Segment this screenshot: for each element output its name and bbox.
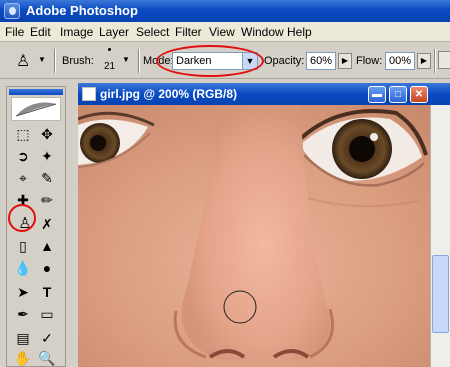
left-pupil [90, 135, 106, 151]
document-window: girl.jpg @ 200% (RGB/8) ▬ □ ✕ [78, 83, 450, 367]
menu-image[interactable]: Image [60, 25, 93, 39]
eyedropper-tool-icon[interactable]: ✓ [37, 329, 57, 347]
document-title-bar[interactable]: girl.jpg @ 200% (RGB/8) ▬ □ ✕ [78, 83, 450, 105]
blur-tool-icon[interactable]: 💧 [13, 259, 33, 277]
flow-input[interactable]: 00% [385, 52, 415, 70]
toolbar-separator [138, 49, 140, 73]
menu-filter[interactable]: Filter [175, 25, 202, 39]
history-brush-tool-icon[interactable]: ✗ [37, 215, 57, 233]
opacity-input[interactable]: 60% [306, 52, 336, 70]
eraser-tool-icon[interactable]: ▯ [13, 237, 33, 255]
brush-tip-icon[interactable] [108, 48, 111, 51]
magic-wand-tool-icon[interactable]: ✦ [37, 147, 57, 165]
maximize-icon[interactable]: □ [389, 86, 407, 103]
flow-label: Flow: [356, 55, 383, 67]
minimize-icon[interactable]: ▬ [368, 86, 386, 103]
zoom-tool-icon[interactable]: 🔍 [37, 349, 57, 367]
hand-tool-icon[interactable]: ✋ [13, 349, 33, 367]
airbrush-toggle-icon[interactable] [438, 51, 450, 69]
path-selection-tool-icon[interactable]: ➤ [13, 283, 33, 301]
menu-select[interactable]: Select [136, 25, 169, 39]
document-title: girl.jpg @ 200% (RGB/8) [100, 87, 238, 101]
clone-stamp-preset-icon[interactable]: ♙ [16, 51, 30, 71]
crop-tool-icon[interactable]: ⌖ [13, 169, 33, 187]
toolbar-separator [434, 49, 436, 73]
image-canvas[interactable] [78, 105, 430, 367]
menu-layer[interactable]: Layer [99, 25, 129, 39]
shape-tool-icon[interactable]: ▭ [37, 305, 57, 323]
menu-window[interactable]: Window [241, 25, 284, 39]
notes-tool-icon[interactable]: ▤ [13, 329, 33, 347]
menu-bar: File Edit Image Layer Select Filter View… [0, 22, 450, 42]
slice-tool-icon[interactable]: ✎ [37, 169, 57, 187]
marquee-tool-icon[interactable]: ⬚ [13, 125, 33, 143]
photoshop-app: Adobe Photoshop File Edit Image Layer Se… [0, 0, 450, 367]
mode-highlight-ring [156, 45, 264, 77]
dodge-tool-icon[interactable]: ● [37, 259, 57, 277]
brush-tool-icon[interactable]: ✏ [37, 191, 57, 209]
right-eye-catchlight [370, 133, 378, 141]
flow-slider-arrow-icon[interactable]: ▶ [417, 53, 431, 69]
document-icon [82, 87, 96, 101]
menu-file[interactable]: File [5, 25, 24, 39]
app-title: Adobe Photoshop [26, 3, 138, 18]
clone-stamp-highlight-ring [8, 204, 36, 232]
pen-tool-icon[interactable]: ✒ [13, 305, 33, 323]
scrollbar-thumb[interactable] [432, 255, 449, 333]
menu-view[interactable]: View [209, 25, 235, 39]
menu-edit[interactable]: Edit [30, 25, 51, 39]
opacity-label: Opacity: [264, 55, 305, 67]
right-pupil [349, 136, 375, 162]
photoshop-logo-icon [4, 3, 20, 19]
opacity-slider-arrow-icon[interactable]: ▶ [338, 53, 352, 69]
menu-help[interactable]: Help [287, 25, 312, 39]
feather-logo-icon[interactable] [11, 97, 61, 121]
vertical-scrollbar[interactable] [430, 105, 450, 367]
move-tool-icon[interactable]: ✥ [37, 125, 57, 143]
paint-bucket-tool-icon[interactable]: ▲ [37, 237, 57, 255]
toolbar-separator [54, 49, 56, 73]
type-tool-icon[interactable]: T [37, 283, 57, 301]
toolbox-title-bar [9, 89, 63, 95]
app-title-bar: Adobe Photoshop [0, 0, 450, 22]
brush-size: 21 [104, 61, 116, 72]
brush-label: Brush: [62, 55, 94, 67]
close-icon[interactable]: ✕ [410, 86, 428, 103]
preset-dropdown-arrow-icon[interactable]: ▼ [38, 55, 46, 64]
lasso-tool-icon[interactable]: ➲ [13, 147, 33, 165]
brush-picker-arrow-icon[interactable]: ▼ [122, 55, 130, 64]
